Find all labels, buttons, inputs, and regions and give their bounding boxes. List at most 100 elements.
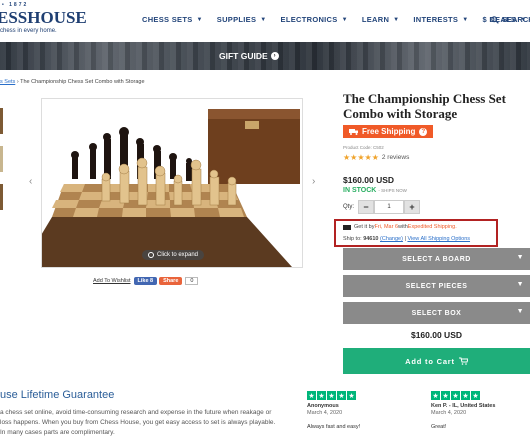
review-text: Great! xyxy=(431,424,447,430)
star-icon: ★ xyxy=(337,391,346,400)
total-price: $160.00 USD xyxy=(410,330,463,340)
chess-set-image xyxy=(42,109,300,267)
star-icon: ★ xyxy=(461,391,470,400)
chevron-down-icon: ▼ xyxy=(516,308,524,315)
cart-icon xyxy=(458,357,468,365)
review-date: March 4, 2020 xyxy=(431,410,467,416)
chevron-down-icon: ▼ xyxy=(462,16,469,23)
chevron-down-icon: ▼ xyxy=(196,16,203,23)
free-shipping-badge[interactable]: Free Shipping ? xyxy=(343,125,434,138)
nav-label: INTERESTS xyxy=(413,15,459,24)
logo-tagline: chess in every home. xyxy=(0,28,57,34)
product-title: The Championship Chess Set Combo with St… xyxy=(343,91,506,121)
click-to-expand-button[interactable]: Click to expand xyxy=(142,250,205,260)
change-zip-link[interactable]: (Change) xyxy=(380,236,403,242)
truck-icon xyxy=(349,129,358,135)
thumbnail[interactable] xyxy=(0,146,3,172)
ship-to-zip: 94610 xyxy=(363,236,379,242)
delivery-date: Fri, Mar 6 xyxy=(374,224,399,230)
shipping-badge-label: Free Shipping xyxy=(362,127,416,136)
star-icon: ★ xyxy=(307,391,316,400)
review-card: ★ ★ ★ ★ ★ Anonymous March 4, 2020 Always fas… xyxy=(307,391,360,430)
chevron-down-icon: ▼ xyxy=(393,16,400,23)
thumbnail[interactable] xyxy=(0,184,3,210)
nav-electronics[interactable]: ELECTRONICS ▼ xyxy=(281,15,348,24)
breadcrumb-current: The Championship Chess Set Combo with St… xyxy=(20,79,145,85)
guarantee-text: a chess set online, avoid time-consuming… xyxy=(0,409,276,436)
search-button[interactable]: SEARCH xyxy=(491,15,530,24)
delivery-with: with xyxy=(398,224,408,230)
truck-icon xyxy=(343,224,351,230)
qty-increment-button[interactable]: + xyxy=(404,200,421,214)
option-label: SELECT BOX xyxy=(411,309,462,317)
select-pieces-dropdown[interactable]: SELECT PIECES ▼ xyxy=(343,275,530,297)
qty-label: Qty: xyxy=(343,204,355,210)
nav-learn[interactable]: LEARN ▼ xyxy=(362,15,400,24)
nav-label: SUPPLIES xyxy=(216,15,257,24)
select-box-dropdown[interactable]: SELECT BOX ▼ xyxy=(343,302,530,324)
nav-label: ELECTRONICS xyxy=(280,15,338,24)
magnify-icon xyxy=(148,252,154,258)
review-text: Always fast and easy! xyxy=(307,424,361,430)
option-label: SELECT PIECES xyxy=(405,282,468,290)
thumbnail-strip xyxy=(0,108,3,222)
ship-to-prefix: Ship to: xyxy=(343,236,364,242)
add-to-cart-button[interactable]: Add to Cart xyxy=(343,348,530,374)
reviewer-name: Anonymous xyxy=(307,403,339,409)
site-header: • 1872 ESSHOUSE chess in every home. CHE… xyxy=(0,0,530,42)
view-shipping-options-link[interactable]: View All Shipping Options xyxy=(407,236,470,242)
star-icon: ★ xyxy=(347,391,356,400)
ships-now-label: - SHIPS NOW xyxy=(378,188,407,193)
share-button[interactable]: Share xyxy=(159,277,183,285)
nav-chess-sets[interactable]: CHESS SETS ▼ xyxy=(142,15,203,24)
nav-supplies[interactable]: SUPPLIES ▼ xyxy=(217,15,267,24)
star-icon: ★ xyxy=(451,391,460,400)
gift-guide-banner[interactable]: GIFT GUIDE › xyxy=(0,42,530,70)
review-card: ★ ★ ★ ★ ★ Ken P. - IL, United States March 4… xyxy=(431,391,495,430)
facebook-like-button[interactable]: Like 8 xyxy=(133,277,158,285)
qty-input[interactable]: 1 xyxy=(374,200,405,214)
chevron-down-icon: ▼ xyxy=(516,281,524,288)
previous-image-arrow[interactable]: ‹ xyxy=(29,176,32,187)
site-logo[interactable]: ESSHOUSE xyxy=(0,8,87,28)
banner-label: GIFT GUIDE xyxy=(219,51,268,61)
delivery-estimate: Get it by Fri, Mar 6 with Expedited Ship… xyxy=(343,224,457,230)
next-image-arrow[interactable]: › xyxy=(312,176,315,187)
question-icon: ? xyxy=(419,127,428,136)
select-board-dropdown[interactable]: SELECT A BOARD ▼ xyxy=(343,248,530,270)
trustpilot-stars: ★ ★ ★ ★ ★ xyxy=(431,391,495,400)
quantity-stepper: Qty: − 1 + xyxy=(343,200,421,214)
nav-interests[interactable]: INTERESTS ▼ xyxy=(413,15,468,24)
get-it-prefix: Get it by xyxy=(354,224,375,230)
reviews-count[interactable]: 2 reviews xyxy=(382,154,409,161)
star-icons: ★★★★★ xyxy=(343,153,379,162)
search-label: SEARCH xyxy=(502,15,530,24)
option-label: SELECT A BOARD xyxy=(402,255,471,263)
star-icon: ★ xyxy=(471,391,480,400)
chevron-down-icon: ▼ xyxy=(516,254,524,261)
thumbnail[interactable] xyxy=(0,108,3,134)
chevron-down-icon: ▼ xyxy=(260,16,267,23)
star-icon: ★ xyxy=(441,391,450,400)
qty-decrement-button[interactable]: − xyxy=(358,200,375,214)
add-to-wishlist-link[interactable]: Add To Wishlist xyxy=(93,278,131,284)
product-image[interactable] xyxy=(41,98,303,268)
breadcrumb-link[interactable]: s Sets xyxy=(0,79,15,85)
nav-label: CHESS SETS xyxy=(142,15,193,24)
add-to-cart-label: Add to Cart xyxy=(405,356,455,366)
rating-stars[interactable]: ★★★★★ 2 reviews xyxy=(343,153,409,162)
product-code: Product Code: C502 xyxy=(343,145,384,150)
product-price: $160.00 USD xyxy=(343,175,395,185)
breadcrumb: s Sets › The Championship Chess Set Comb… xyxy=(0,79,145,85)
star-icon: ★ xyxy=(431,391,440,400)
banner-link[interactable]: GIFT GUIDE › xyxy=(219,51,279,61)
reviewer-name: Ken P. - IL, United States xyxy=(431,403,496,409)
main-nav: CHESS SETS ▼ SUPPLIES ▼ ELECTRONICS ▼ LEARN… xyxy=(142,15,530,24)
share-count: 0 xyxy=(185,277,199,285)
nav-label: LEARN xyxy=(361,15,390,24)
search-icon xyxy=(491,15,499,24)
expand-label: Click to expand xyxy=(157,252,199,258)
circle-arrow-icon: › xyxy=(270,52,279,60)
star-icon: ★ xyxy=(317,391,326,400)
review-date: March 4, 2020 xyxy=(307,410,343,416)
